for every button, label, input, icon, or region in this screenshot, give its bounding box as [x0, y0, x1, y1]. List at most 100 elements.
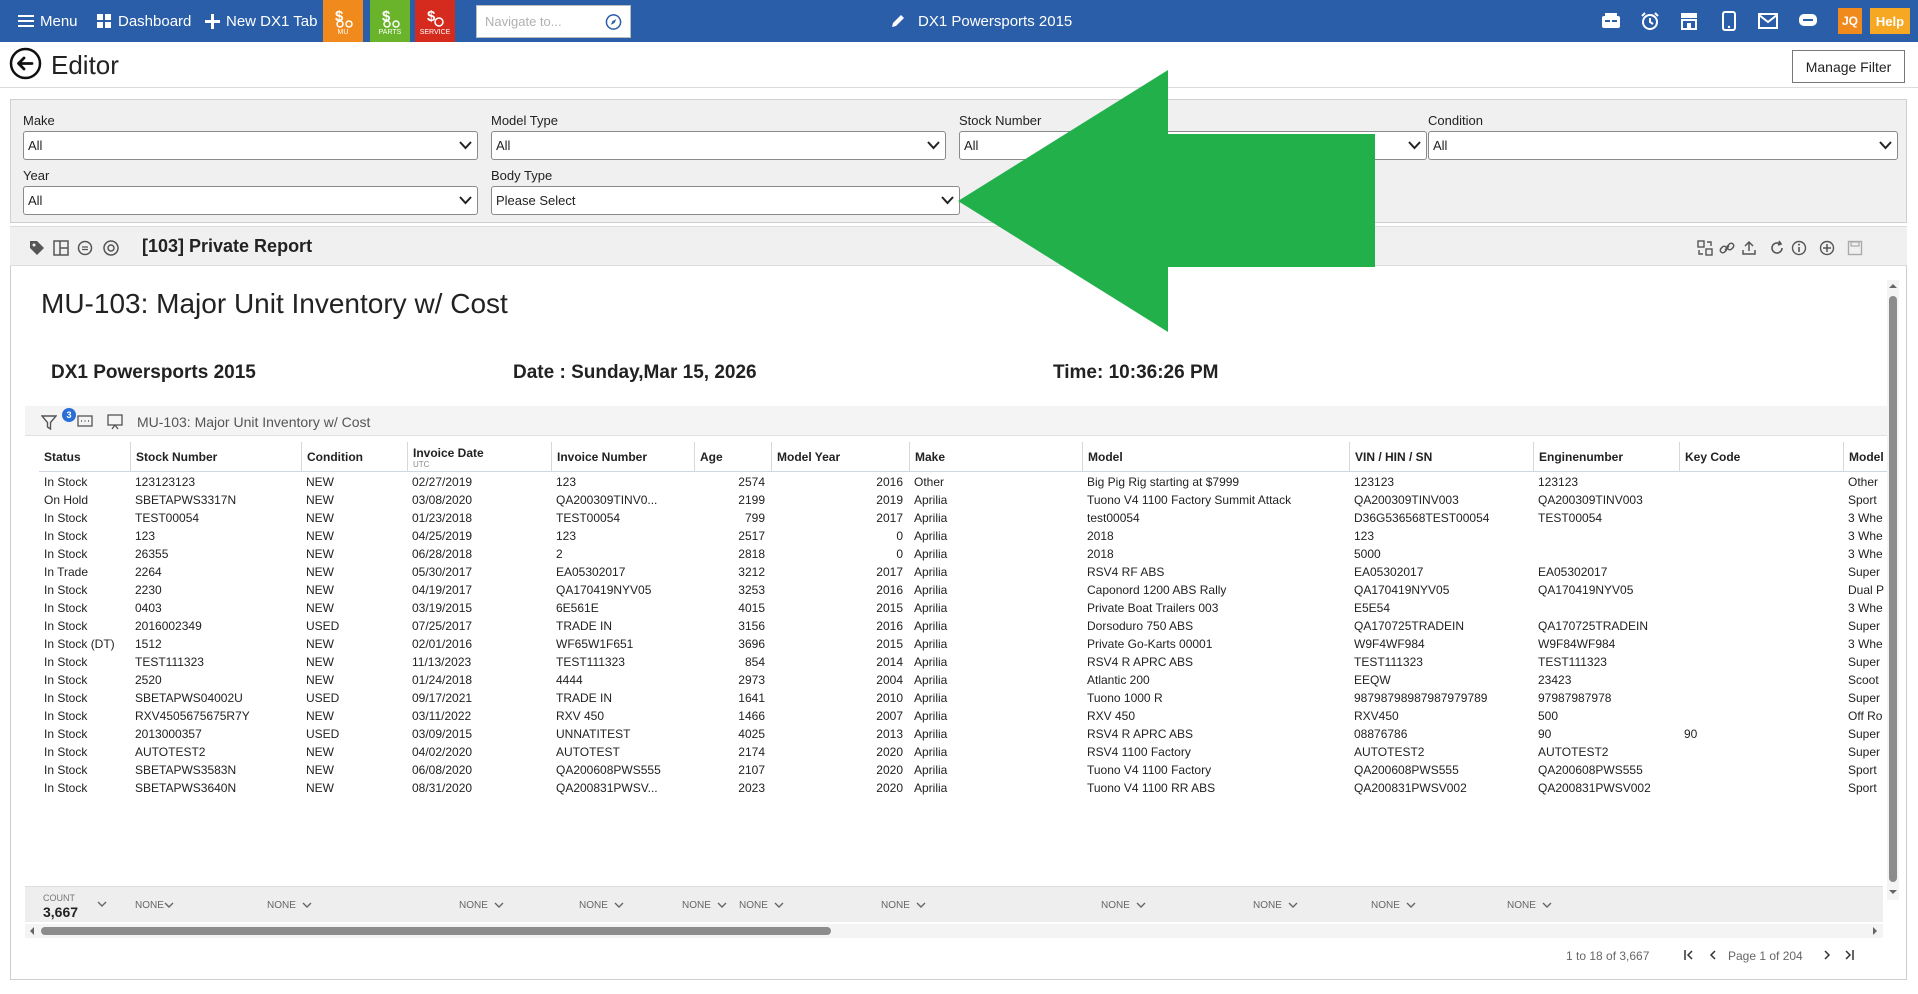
table-row[interactable]: In Stock (DT) 1512 NEW 02/01/2016 WF65W1F651… — [39, 635, 1891, 653]
make-select[interactable]: All — [23, 131, 478, 160]
scroll-up-icon[interactable] — [1889, 282, 1897, 290]
year-select[interactable]: All — [23, 186, 478, 215]
column-header-invoice-date[interactable]: Invoice Date UTC — [407, 442, 551, 472]
top-navigation-bar: Menu Dashboard New DX1 Tab $ MU $ PARTS … — [0, 0, 1918, 42]
alarm-clock-icon[interactable] — [1639, 10, 1661, 32]
eye-icon[interactable] — [102, 239, 120, 257]
table-row[interactable]: In Stock 123 NEW 04/25/2019 123 2517 0 Aprilia 2… — [39, 527, 1891, 545]
table-row[interactable]: In Stock 2013000357 USED 03/09/2015 UNNATITE… — [39, 725, 1891, 743]
column-header-model[interactable]: Model — [1082, 442, 1349, 472]
table-row[interactable]: In Stock TEST00054 NEW 01/23/2018 TEST00054 7… — [39, 509, 1891, 527]
scroll-left-icon[interactable] — [28, 927, 36, 935]
manage-filter-button[interactable]: Manage Filter — [1792, 50, 1905, 83]
filter-icon[interactable] — [41, 415, 57, 430]
quick-parts-button[interactable]: $ PARTS — [370, 0, 410, 42]
first-page-icon[interactable] — [1681, 947, 1697, 963]
table-row[interactable]: In Stock 2520 NEW 01/24/2018 4444 2973 2004 Apr… — [39, 671, 1891, 689]
aggregate-select[interactable]: NONE — [267, 900, 312, 911]
column-header-model-type[interactable]: Model — [1843, 442, 1891, 472]
column-header-condition[interactable]: Condition — [301, 442, 407, 472]
table-row[interactable]: In Stock TEST111323 NEW 11/13/2023 TEST11132… — [39, 653, 1891, 671]
aggregate-select[interactable]: NONE — [1253, 900, 1298, 911]
column-header-make[interactable]: Make — [909, 442, 1082, 472]
menu-label: Menu — [40, 12, 78, 30]
dashboard-button[interactable]: Dashboard — [97, 0, 191, 42]
link-icon[interactable] — [1718, 239, 1736, 257]
upload-icon[interactable] — [1740, 239, 1758, 257]
table-row[interactable]: In Stock 0403 NEW 03/19/2015 6E561E 4015 2015 A… — [39, 599, 1891, 617]
table-row[interactable]: In Stock RXV4505675675R7Y NEW 03/11/2022 RXV… — [39, 707, 1891, 725]
aggregate-select[interactable]: NONE — [1507, 900, 1552, 911]
column-header-vin[interactable]: VIN / HIN / SN — [1349, 442, 1533, 472]
condition-select[interactable]: All — [1428, 131, 1898, 160]
column-header-stock-number[interactable]: Stock Number — [130, 442, 301, 472]
table-row[interactable]: In Stock AUTOTEST2 NEW 04/02/2020 AUTOTEST 21… — [39, 743, 1891, 761]
column-header-model-year[interactable]: Model Year — [771, 442, 909, 472]
aggregate-select[interactable]: NONE — [135, 900, 174, 911]
table-row[interactable]: In Stock 123123123 NEW 02/27/2019 123 2574 201… — [39, 473, 1891, 491]
mail-icon[interactable] — [1757, 10, 1779, 32]
horizontal-scroll-thumb[interactable] — [41, 927, 831, 935]
tag-icon[interactable] — [28, 239, 46, 257]
presentation-icon[interactable] — [107, 414, 123, 430]
refresh-icon[interactable] — [1768, 239, 1786, 257]
scroll-down-icon[interactable] — [1889, 888, 1897, 896]
mobile-icon[interactable] — [1718, 10, 1740, 32]
table-row[interactable]: In Trade 2264 NEW 05/30/2017 EA05302017 3212 2… — [39, 563, 1891, 581]
store-icon[interactable] — [1678, 10, 1700, 32]
column-header-key-code[interactable]: Key Code — [1679, 442, 1843, 472]
table-row[interactable]: In Stock SBETAPWS04002U USED 09/17/2021 TRAD… — [39, 689, 1891, 707]
chevron-down-icon — [494, 902, 504, 908]
save-icon[interactable] — [1846, 239, 1864, 257]
layout-icon[interactable] — [52, 239, 70, 257]
column-header-invoice-number[interactable]: Invoice Number — [551, 442, 694, 472]
chat-icon[interactable] — [1797, 10, 1819, 32]
back-arrow-icon[interactable] — [9, 47, 42, 80]
compass-icon[interactable] — [605, 13, 622, 31]
vertical-scrollbar[interactable] — [1887, 280, 1899, 900]
new-tab-button[interactable]: New DX1 Tab — [205, 0, 317, 42]
register-icon[interactable] — [1600, 10, 1622, 32]
table-row[interactable]: In Stock 2016002349 USED 07/25/2017 TRADE IN… — [39, 617, 1891, 635]
aggregate-select[interactable]: NONE — [682, 900, 727, 911]
column-header-status[interactable]: Status — [39, 442, 130, 472]
quick-service-button[interactable]: $ SERVICE — [415, 0, 455, 42]
pencil-icon[interactable] — [890, 13, 906, 29]
chevron-down-icon[interactable] — [97, 901, 107, 908]
table-row[interactable]: In Stock 2230 NEW 04/19/2017 QA170419NYV05 32… — [39, 581, 1891, 599]
column-header-age[interactable]: Age — [694, 442, 771, 472]
help-button[interactable]: Help — [1870, 8, 1910, 34]
add-circle-icon[interactable] — [1818, 239, 1836, 257]
currency-icon[interactable] — [76, 239, 94, 257]
report-time: Time: 10:36:26 PM — [1053, 362, 1219, 383]
cell-status: In Stock — [44, 547, 88, 561]
table-row[interactable]: In Stock 26355 NEW 06/28/2018 2 2818 0 Aprilia 2… — [39, 545, 1891, 563]
quick-mu-button[interactable]: $ MU — [323, 0, 363, 42]
aggregate-select[interactable]: NONE — [579, 900, 624, 911]
info-icon[interactable] — [1790, 239, 1808, 257]
prev-page-icon[interactable] — [1705, 947, 1721, 963]
aggregate-select[interactable]: NONE — [459, 900, 504, 911]
next-page-icon[interactable] — [1819, 947, 1835, 963]
column-header-engine-number[interactable]: Enginenumber — [1533, 442, 1679, 472]
navigate-input[interactable] — [485, 14, 605, 29]
table-row[interactable]: In Stock SBETAPWS3583N NEW 06/08/2020 QA2006… — [39, 761, 1891, 779]
cell-vin: W9F4WF984 — [1354, 637, 1425, 651]
table-row[interactable]: In Stock SBETAPWS3640N NEW 08/31/2020 QA2008… — [39, 779, 1891, 797]
model-type-select[interactable]: All — [491, 131, 946, 160]
pivot-icon[interactable] — [1696, 239, 1714, 257]
aggregate-select[interactable]: NONE — [1371, 900, 1416, 911]
aggregate-select[interactable]: NONE — [881, 900, 926, 911]
aggregate-select[interactable]: NONE — [1101, 900, 1146, 911]
menu-button[interactable]: Menu — [18, 0, 78, 42]
aggregate-select[interactable]: NONE — [739, 900, 784, 911]
last-page-icon[interactable] — [1841, 947, 1857, 963]
table-row[interactable]: On Hold SBETAPWS3317N NEW 03/08/2020 QA20030… — [39, 491, 1891, 509]
comment-icon[interactable] — [77, 415, 93, 429]
horizontal-scrollbar[interactable] — [25, 924, 1883, 938]
body-type-select[interactable]: Please Select — [491, 186, 960, 215]
scroll-right-icon[interactable] — [1871, 927, 1879, 935]
cell-condition: NEW — [306, 673, 334, 687]
vertical-scroll-thumb[interactable] — [1889, 296, 1897, 882]
user-avatar[interactable]: JQ — [1838, 8, 1862, 34]
